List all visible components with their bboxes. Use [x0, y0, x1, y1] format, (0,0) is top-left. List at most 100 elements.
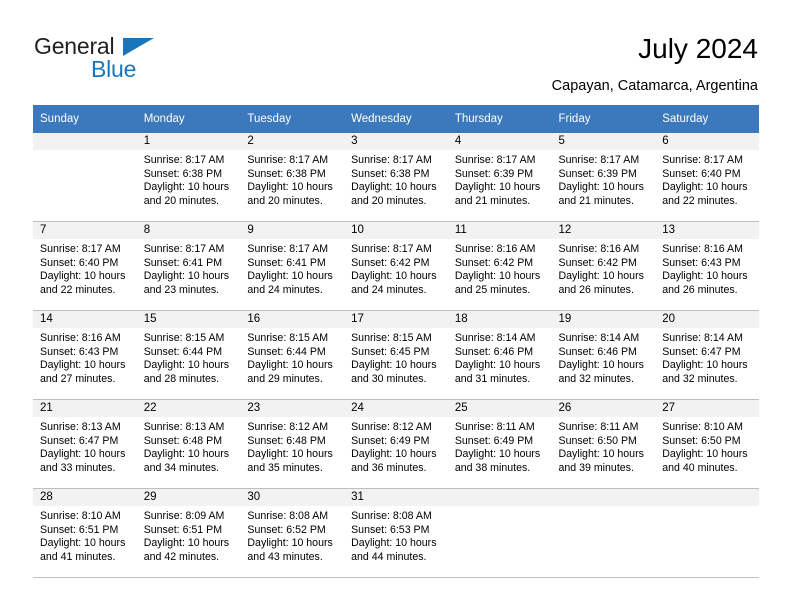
day-detail: Sunrise: 8:17 AM Sunset: 6:38 PM Daylight:…	[344, 150, 448, 208]
calendar-day-cell[interactable]: 18 Sunrise: 8:14 AM Sunset: 6:46 PM Dayligh…	[447, 310, 552, 400]
sunset-time: Sunset: 6:39 PM	[454, 167, 534, 180]
calendar-day-cell[interactable]: 11 Sunrise: 8:16 AM Sunset: 6:42 PM Dayligh…	[447, 221, 552, 311]
sunset-time: Sunset: 6:48 PM	[247, 434, 326, 447]
calendar-cell-inner: 5 Sunrise: 8:17 AM Sunset: 6:39 PM Daylight…	[551, 133, 656, 221]
calendar-day-cell[interactable]: 22 Sunrise: 8:13 AM Sunset: 6:48 PM Dayligh…	[136, 399, 241, 489]
calendar-day-cell[interactable]: 29 Sunrise: 8:09 AM Sunset: 6:51 PM Dayligh…	[136, 488, 241, 578]
sunrise-time: Sunrise: 8:17 AM	[454, 154, 536, 166]
sunrise-time: Sunrise: 8:12 AM	[247, 421, 329, 433]
calendar-cell-inner: 24 Sunrise: 8:12 AM Sunset: 6:49 PM Dayligh…	[344, 400, 448, 488]
sunrise-time: Sunrise: 8:17 AM	[351, 154, 432, 166]
day-number: 9	[240, 222, 345, 239]
calendar-body: 1 Sunrise: 8:17 AM Sunset: 6:38 PM Daylight…	[33, 133, 759, 578]
calendar-day-cell[interactable]: 31 Sunrise: 8:08 AM Sunset: 6:53 PM Dayligh…	[344, 488, 448, 578]
page-subtitle-location: Capayan, Catamarca, Argentina	[551, 78, 758, 94]
day-number: 19	[551, 311, 656, 328]
day-detail: Sunrise: 8:17 AM Sunset: 6:38 PM Daylight:…	[240, 150, 344, 208]
daylight-duration-line2: and 27 minutes.	[40, 372, 116, 385]
sunset-time: Sunset: 6:43 PM	[40, 345, 119, 358]
sunset-time: Sunset: 6:44 PM	[143, 345, 223, 358]
daylight-duration-line1: Daylight: 10 hours	[351, 359, 437, 372]
day-number: 16	[240, 311, 345, 328]
daylight-duration-line2: and 24 minutes.	[247, 283, 323, 296]
calendar-day-cell[interactable]: 16 Sunrise: 8:15 AM Sunset: 6:44 PM Dayligh…	[240, 310, 345, 400]
logo-triangle-icon	[123, 38, 154, 56]
day-number: 4	[447, 133, 552, 150]
calendar-day-cell[interactable]: 23 Sunrise: 8:12 AM Sunset: 6:48 PM Dayligh…	[240, 399, 345, 489]
sunset-time: Sunset: 6:43 PM	[662, 256, 741, 269]
weekday-header-wednesday: Wednesday	[344, 105, 448, 133]
daylight-duration-line2: and 23 minutes.	[143, 283, 220, 296]
calendar-day-cell[interactable]: 6 Sunrise: 8:17 AM Sunset: 6:40 PM Daylight…	[655, 133, 759, 222]
daylight-duration-line1: Daylight: 10 hours	[247, 359, 333, 372]
sunset-time: Sunset: 6:52 PM	[247, 523, 326, 536]
page-header: General Blue July 2024 Capayan, Catamarc…	[0, 0, 792, 100]
calendar-day-cell[interactable]: 12 Sunrise: 8:16 AM Sunset: 6:42 PM Dayligh…	[551, 221, 656, 311]
page-title: July 2024	[638, 33, 758, 64]
sunset-time: Sunset: 6:46 PM	[454, 345, 534, 358]
calendar-day-cell[interactable]: 2 Sunrise: 8:17 AM Sunset: 6:38 PM Daylight…	[240, 133, 345, 222]
calendar-day-cell[interactable]: 28 Sunrise: 8:10 AM Sunset: 6:51 PM Dayligh…	[33, 488, 137, 578]
daylight-duration-line1: Daylight: 10 hours	[351, 537, 437, 550]
generalblue-logo: General Blue	[34, 33, 274, 89]
calendar-cell-inner	[655, 489, 759, 577]
calendar-day-cell[interactable]: 13 Sunrise: 8:16 AM Sunset: 6:43 PM Dayligh…	[655, 221, 759, 311]
day-detail: Sunrise: 8:14 AM Sunset: 6:47 PM Daylight:…	[655, 328, 759, 386]
sunrise-time: Sunrise: 8:10 AM	[662, 421, 743, 433]
daylight-duration-line2: and 34 minutes.	[143, 461, 220, 474]
calendar-cell-inner: 20 Sunrise: 8:14 AM Sunset: 6:47 PM Dayligh…	[655, 311, 759, 399]
daylight-duration-line2: and 33 minutes.	[40, 461, 116, 474]
calendar-day-cell[interactable]: 7 Sunrise: 8:17 AM Sunset: 6:40 PM Daylight…	[33, 221, 137, 311]
calendar-day-cell[interactable]: 30 Sunrise: 8:08 AM Sunset: 6:52 PM Dayligh…	[240, 488, 345, 578]
day-detail: Sunrise: 8:17 AM Sunset: 6:42 PM Daylight:…	[344, 239, 448, 297]
daylight-duration-line2: and 26 minutes.	[558, 283, 634, 296]
calendar-cell-inner: 31 Sunrise: 8:08 AM Sunset: 6:53 PM Dayligh…	[344, 489, 448, 577]
daylight-duration-line1: Daylight: 10 hours	[454, 270, 541, 283]
sunrise-time: Sunrise: 8:12 AM	[351, 421, 432, 433]
day-detail: Sunrise: 8:17 AM Sunset: 6:38 PM Daylight:…	[137, 150, 241, 208]
calendar-day-cell[interactable]: 15 Sunrise: 8:15 AM Sunset: 6:44 PM Dayligh…	[136, 310, 241, 400]
day-number: 27	[655, 400, 759, 417]
day-detail: Sunrise: 8:16 AM Sunset: 6:42 PM Daylight:…	[552, 239, 656, 297]
sunset-time: Sunset: 6:42 PM	[351, 256, 430, 269]
calendar-day-cell[interactable]: 14 Sunrise: 8:16 AM Sunset: 6:43 PM Dayligh…	[33, 310, 137, 400]
calendar-cell-inner: 16 Sunrise: 8:15 AM Sunset: 6:44 PM Dayligh…	[240, 311, 345, 399]
sunset-time: Sunset: 6:46 PM	[558, 345, 637, 358]
calendar-cell-inner: 29 Sunrise: 8:09 AM Sunset: 6:51 PM Dayligh…	[136, 489, 241, 577]
daylight-duration-line1: Daylight: 10 hours	[40, 448, 126, 461]
weekday-header-friday: Friday	[551, 105, 656, 133]
day-number: 26	[551, 400, 656, 417]
calendar-day-cell[interactable]: 27 Sunrise: 8:10 AM Sunset: 6:50 PM Dayligh…	[655, 399, 759, 489]
calendar-day-cell[interactable]: 3 Sunrise: 8:17 AM Sunset: 6:38 PM Daylight…	[344, 133, 448, 222]
daylight-duration-line2: and 20 minutes.	[351, 194, 427, 207]
calendar-day-cell[interactable]: 8 Sunrise: 8:17 AM Sunset: 6:41 PM Daylight…	[136, 221, 241, 311]
calendar-cell-inner: 1 Sunrise: 8:17 AM Sunset: 6:38 PM Daylight…	[136, 133, 241, 221]
calendar-day-cell[interactable]: 26 Sunrise: 8:11 AM Sunset: 6:50 PM Dayligh…	[551, 399, 656, 489]
calendar-day-cell[interactable]: 21 Sunrise: 8:13 AM Sunset: 6:47 PM Dayligh…	[33, 399, 137, 489]
daylight-duration-line2: and 26 minutes.	[662, 283, 738, 296]
day-number: 20	[655, 311, 759, 328]
calendar-cell-inner: 25 Sunrise: 8:11 AM Sunset: 6:49 PM Dayligh…	[447, 400, 552, 488]
day-detail	[655, 506, 759, 510]
calendar-day-cell[interactable]: 1 Sunrise: 8:17 AM Sunset: 6:38 PM Daylight…	[136, 133, 241, 222]
calendar-day-cell[interactable]: 4 Sunrise: 8:17 AM Sunset: 6:39 PM Daylight…	[447, 133, 552, 222]
calendar-day-cell[interactable]: 19 Sunrise: 8:14 AM Sunset: 6:46 PM Dayligh…	[551, 310, 656, 400]
calendar-day-cell[interactable]: 5 Sunrise: 8:17 AM Sunset: 6:39 PM Daylight…	[551, 133, 656, 222]
daylight-duration-line1: Daylight: 10 hours	[558, 181, 644, 194]
calendar-day-cell[interactable]: 10 Sunrise: 8:17 AM Sunset: 6:42 PM Dayligh…	[344, 221, 448, 311]
sunset-time: Sunset: 6:38 PM	[247, 167, 326, 180]
daylight-duration-line2: and 21 minutes.	[454, 194, 531, 207]
day-number: 7	[33, 222, 137, 239]
sunset-time: Sunset: 6:47 PM	[662, 345, 741, 358]
calendar-day-cell[interactable]: 20 Sunrise: 8:14 AM Sunset: 6:47 PM Dayligh…	[655, 310, 759, 400]
calendar-day-cell[interactable]: 17 Sunrise: 8:15 AM Sunset: 6:45 PM Dayligh…	[344, 310, 448, 400]
sunrise-time: Sunrise: 8:10 AM	[40, 510, 121, 522]
calendar-day-cell[interactable]: 9 Sunrise: 8:17 AM Sunset: 6:41 PM Daylight…	[240, 221, 345, 311]
daylight-duration-line2: and 25 minutes.	[454, 283, 531, 296]
weekday-header-sunday: Sunday	[33, 105, 137, 133]
calendar-day-cell[interactable]: 24 Sunrise: 8:12 AM Sunset: 6:49 PM Dayligh…	[344, 399, 448, 489]
calendar-cell-inner: 4 Sunrise: 8:17 AM Sunset: 6:39 PM Daylight…	[447, 133, 552, 221]
day-detail: Sunrise: 8:11 AM Sunset: 6:49 PM Daylight:…	[448, 417, 552, 475]
calendar-day-cell[interactable]: 25 Sunrise: 8:11 AM Sunset: 6:49 PM Dayligh…	[447, 399, 552, 489]
daylight-duration-line1: Daylight: 10 hours	[247, 448, 333, 461]
